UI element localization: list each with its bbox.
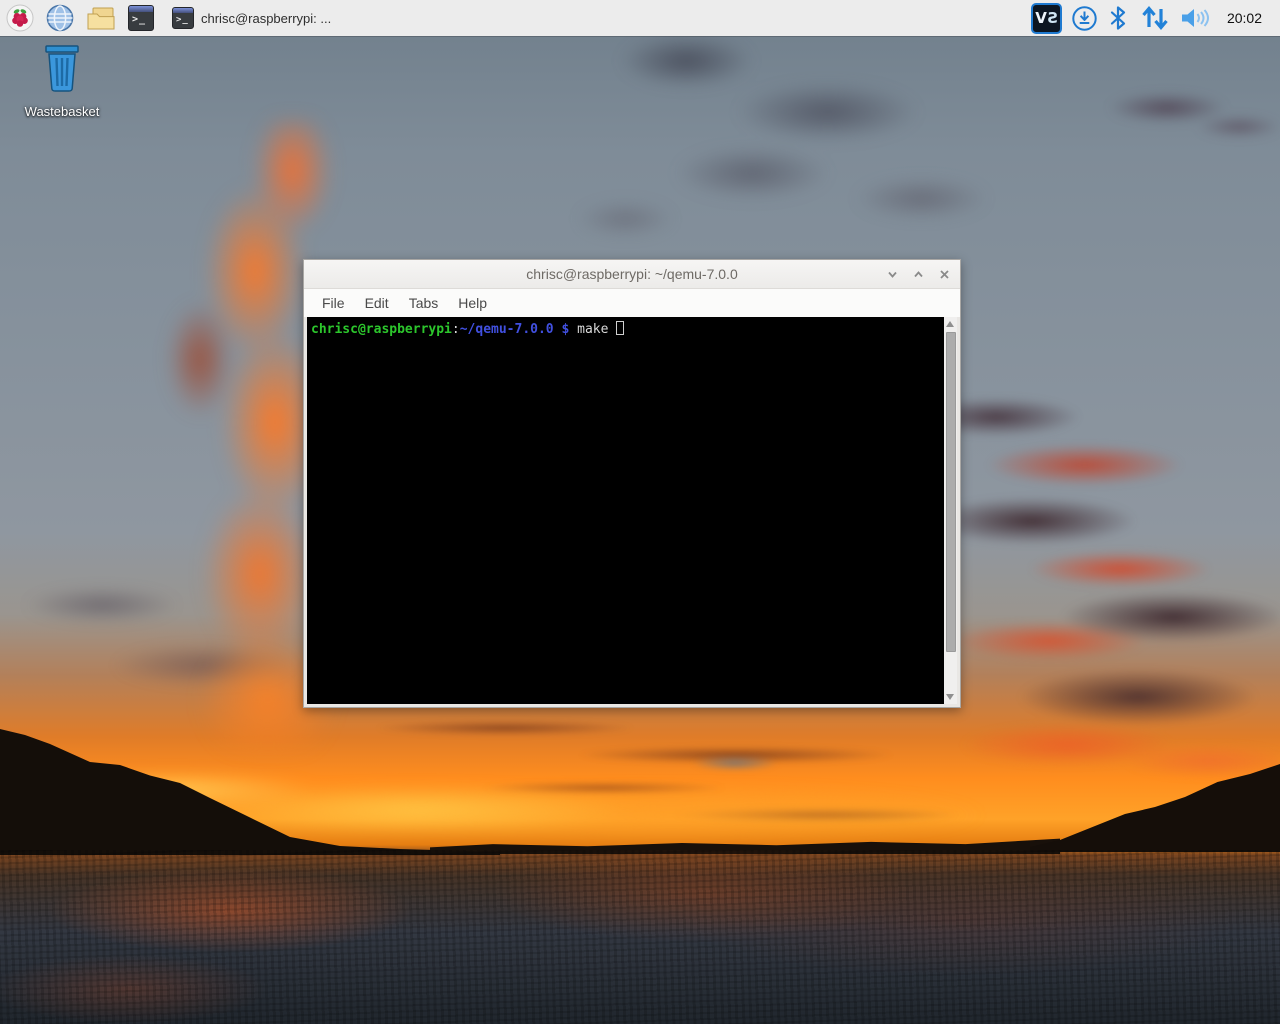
window-titlebar[interactable]: chrisc@raspberrypi: ~/qemu-7.0.0 <box>304 260 960 289</box>
wastebasket-icon[interactable]: Wastebasket <box>10 44 114 119</box>
scroll-up-arrow-icon[interactable] <box>946 321 954 327</box>
terminal-window: chrisc@raspberrypi: ~/qemu-7.0.0 File Ed… <box>303 259 961 708</box>
bluetooth-icon <box>1110 6 1126 30</box>
terminal-screen[interactable]: chrisc@raspberrypi:~/qemu-7.0.0 $ make <box>307 317 944 704</box>
menu-edit[interactable]: Edit <box>355 292 399 314</box>
window-controls <box>884 260 952 288</box>
chevron-down-icon <box>887 271 897 278</box>
terminal-scrollbar[interactable] <box>944 317 957 704</box>
taskbar-window-button[interactable]: >_ chrisc@raspberrypi: ... <box>164 1 354 35</box>
close-icon <box>939 269 949 279</box>
terminal-icon: >_ <box>128 5 154 31</box>
scrollbar-thumb[interactable] <box>945 332 956 652</box>
gray-clouds <box>555 15 1025 270</box>
raspberry-icon <box>6 4 34 32</box>
terminal-launcher-button[interactable]: >_ <box>122 0 160 36</box>
prompt-user: chrisc@raspberrypi <box>311 322 452 337</box>
typed-command: make <box>577 322 609 337</box>
vnc-tray-button[interactable]: VS <box>1030 2 1062 34</box>
taskbar-clock[interactable]: 20:02 <box>1219 10 1268 26</box>
prompt-separator: : <box>451 322 460 337</box>
menu-tabs[interactable]: Tabs <box>399 292 449 314</box>
maximize-button[interactable] <box>910 266 926 282</box>
lenticular-cloud <box>665 745 805 781</box>
network-tray-button[interactable] <box>1138 5 1171 31</box>
volume-tray-button[interactable] <box>1180 5 1210 31</box>
web-browser-button[interactable] <box>40 0 80 36</box>
chevron-up-icon <box>913 270 923 277</box>
applications-menu-button[interactable] <box>0 0 40 36</box>
terminal-body: chrisc@raspberrypi:~/qemu-7.0.0 $ make <box>307 317 957 704</box>
wispy-cloud <box>1075 65 1280 160</box>
folder-icon <box>87 7 115 29</box>
file-manager-button[interactable] <box>80 0 122 36</box>
taskbar: >_ >_ chrisc@raspberrypi: ... VS 20:02 <box>0 0 1280 36</box>
system-tray: VS 20:02 <box>1030 2 1280 34</box>
volume-icon <box>1181 9 1209 27</box>
menu-file[interactable]: File <box>312 292 355 314</box>
updater-tray-button[interactable] <box>1071 5 1098 32</box>
terminal-cursor <box>616 321 625 335</box>
prompt-path: ~/qemu-7.0.0 <box>459 322 554 337</box>
minimize-button[interactable] <box>884 266 900 282</box>
wastebasket-label: Wastebasket <box>24 104 100 119</box>
prompt-symbol: $ <box>553 322 578 337</box>
updater-download-icon <box>1072 5 1097 31</box>
window-title: chrisc@raspberrypi: ~/qemu-7.0.0 <box>526 266 738 282</box>
trash-can-icon <box>45 45 79 92</box>
taskbar-window-label: chrisc@raspberrypi: ... <box>201 10 332 26</box>
window-menubar: File Edit Tabs Help <box>304 289 960 317</box>
menu-help[interactable]: Help <box>448 292 497 314</box>
network-arrows-icon <box>1142 6 1168 30</box>
water <box>0 850 1280 1024</box>
terminal-icon: >_ <box>172 7 194 29</box>
scroll-down-arrow-icon[interactable] <box>946 694 954 700</box>
bluetooth-tray-button[interactable] <box>1107 5 1129 31</box>
close-button[interactable] <box>936 266 952 282</box>
globe-icon <box>46 4 74 32</box>
vnc-icon: VS <box>1030 2 1062 34</box>
